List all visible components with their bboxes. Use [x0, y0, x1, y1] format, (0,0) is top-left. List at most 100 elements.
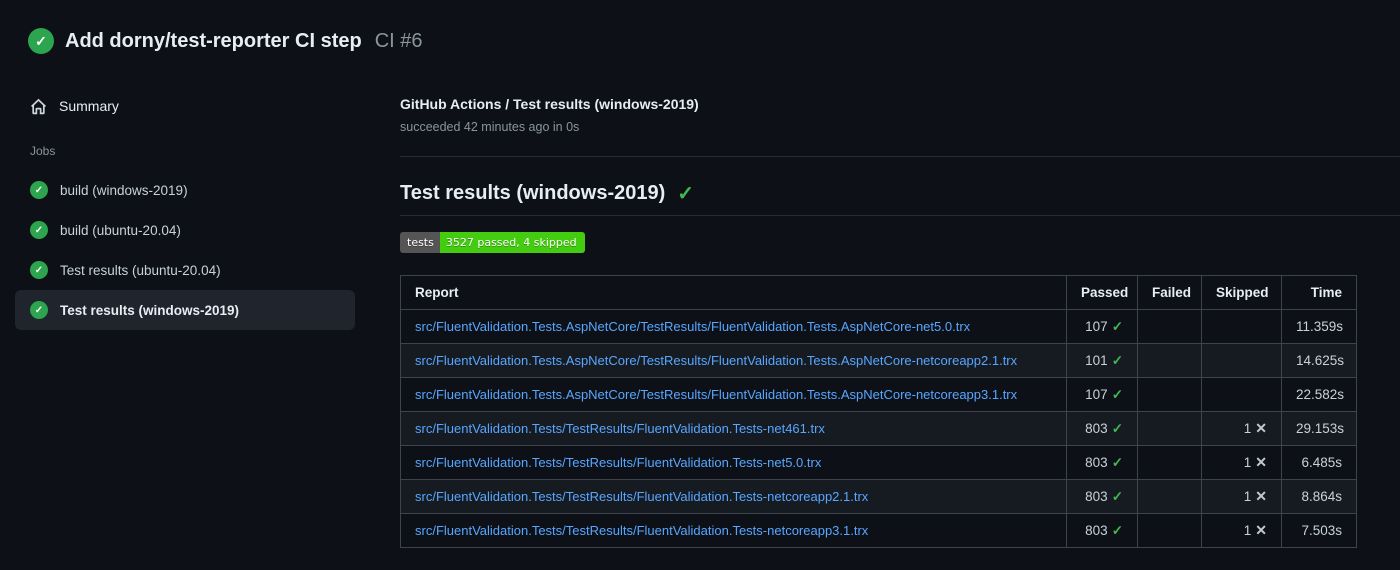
report-row: src/FluentValidation.Tests/TestResults/F… — [400, 479, 1357, 514]
passed-cell: 101 ✓ — [1066, 343, 1138, 378]
section-title: Test results (windows-2019) — [400, 182, 666, 204]
column-header-time: Time — [1281, 275, 1357, 310]
passed-check-icon: ✓ — [1111, 522, 1123, 538]
time-cell: 11.359s — [1281, 309, 1357, 344]
job-label: build (ubuntu-20.04) — [60, 222, 181, 238]
skipped-cell: 1 ✕ — [1201, 411, 1282, 446]
job-label: build (windows-2019) — [60, 182, 188, 198]
job-check-circle-icon: ✓ — [30, 261, 48, 279]
report-link[interactable]: src/FluentValidation.Tests.AspNetCore/Te… — [415, 353, 1017, 368]
time-cell: 6.485s — [1281, 445, 1357, 480]
passed-check-icon: ✓ — [1111, 488, 1123, 504]
tests-badge: tests 3527 passed, 4 skipped — [400, 232, 585, 253]
sidebar-job-item[interactable]: ✓ build (ubuntu-20.04) — [15, 210, 355, 250]
failed-cell — [1137, 479, 1202, 514]
badge-label: tests — [400, 232, 440, 253]
skipped-x-icon: ✕ — [1255, 522, 1267, 538]
job-check-circle-icon: ✓ — [30, 221, 48, 239]
passed-check-icon: ✓ — [1111, 420, 1123, 436]
home-icon — [30, 98, 47, 115]
skipped-count: 1 — [1243, 455, 1252, 470]
passed-cell: 803 ✓ — [1066, 445, 1138, 480]
passed-cell: 803 ✓ — [1066, 513, 1138, 548]
check-run-status: succeeded 42 minutes ago in 0s — [400, 120, 580, 134]
report-link[interactable]: src/FluentValidation.Tests.AspNetCore/Te… — [415, 387, 1017, 402]
failed-cell — [1137, 309, 1202, 344]
skipped-cell — [1201, 377, 1282, 412]
job-label: Test results (ubuntu-20.04) — [60, 262, 221, 278]
passed-count: 101 — [1085, 352, 1108, 368]
report-row: src/FluentValidation.Tests.AspNetCore/Te… — [400, 377, 1357, 412]
skipped-cell: 1 ✕ — [1201, 479, 1282, 514]
run-status-check-circle-icon: ✓ — [28, 28, 54, 54]
failed-cell — [1137, 411, 1202, 446]
report-link[interactable]: src/FluentValidation.Tests/TestResults/F… — [415, 489, 868, 504]
skipped-cell: 1 ✕ — [1201, 445, 1282, 480]
passed-check-icon: ✓ — [1111, 386, 1123, 402]
section-check-icon: ✓ — [677, 182, 695, 205]
passed-check-icon: ✓ — [1111, 318, 1123, 334]
sidebar: Summary Jobs ✓ build (windows-2019) ✓ build… — [15, 90, 355, 330]
section-heading: Test results (windows-2019) ✓ — [400, 182, 1400, 216]
passed-count: 803 — [1085, 420, 1108, 436]
failed-cell — [1137, 377, 1202, 412]
skipped-x-icon: ✕ — [1255, 488, 1267, 504]
time-cell: 29.153s — [1281, 411, 1357, 446]
passed-count: 107 — [1085, 318, 1108, 334]
sidebar-jobs-list: ✓ build (windows-2019) ✓ build (ubuntu-20.0… — [15, 170, 355, 330]
passed-cell: 803 ✓ — [1066, 411, 1138, 446]
table-header-row: Report Passed Failed Skipped Time — [400, 275, 1357, 310]
passed-count: 803 — [1085, 522, 1108, 538]
report-link[interactable]: src/FluentValidation.Tests/TestResults/F… — [415, 455, 821, 470]
time-cell: 8.864s — [1281, 479, 1357, 514]
sidebar-job-item[interactable]: ✓ build (windows-2019) — [15, 170, 355, 210]
skipped-cell — [1201, 309, 1282, 344]
run-number: CI #6 — [374, 29, 423, 52]
sidebar-job-item[interactable]: ✓ Test results (ubuntu-20.04) — [15, 250, 355, 290]
skipped-x-icon: ✕ — [1255, 454, 1267, 470]
skipped-count: 1 — [1243, 489, 1252, 504]
sidebar-item-summary[interactable]: Summary — [15, 90, 355, 122]
passed-cell: 107 ✓ — [1066, 309, 1138, 344]
run-title: Add dorny/test-reporter CI step — [65, 29, 362, 52]
time-cell: 22.582s — [1281, 377, 1357, 412]
report-link[interactable]: src/FluentValidation.Tests/TestResults/F… — [415, 421, 825, 436]
job-label: Test results (windows-2019) — [60, 302, 240, 318]
badge-value: 3527 passed, 4 skipped — [439, 232, 585, 253]
report-row: src/FluentValidation.Tests.AspNetCore/Te… — [400, 343, 1357, 378]
jobs-section-label: Jobs — [30, 144, 56, 158]
column-header-failed: Failed — [1137, 275, 1202, 310]
passed-check-icon: ✓ — [1111, 352, 1123, 368]
time-cell: 14.625s — [1281, 343, 1357, 378]
job-check-circle-icon: ✓ — [30, 181, 48, 199]
summary-label: Summary — [59, 98, 119, 114]
report-row: src/FluentValidation.Tests/TestResults/F… — [400, 513, 1357, 548]
report-row: src/FluentValidation.Tests.AspNetCore/Te… — [400, 309, 1357, 344]
report-row: src/FluentValidation.Tests/TestResults/F… — [400, 411, 1357, 446]
main-content: GitHub Actions / Test results (windows-2… — [400, 96, 1400, 548]
report-row: src/FluentValidation.Tests/TestResults/F… — [400, 445, 1357, 480]
skipped-cell — [1201, 343, 1282, 378]
passed-check-icon: ✓ — [1111, 454, 1123, 470]
passed-count: 803 — [1085, 454, 1108, 470]
results-table: Report Passed Failed Skipped Time src/Fl… — [400, 275, 1357, 548]
check-run-title: GitHub Actions / Test results (windows-2… — [400, 96, 699, 112]
column-header-report: Report — [400, 275, 1067, 310]
run-info: GitHub Actions / Test results (windows-2… — [400, 96, 1400, 157]
failed-cell — [1137, 343, 1202, 378]
time-cell: 7.503s — [1281, 513, 1357, 548]
run-header: ✓ Add dorny/test-reporter CI step CI #6 — [28, 28, 423, 54]
report-link[interactable]: src/FluentValidation.Tests/TestResults/F… — [415, 523, 868, 538]
passed-cell: 107 ✓ — [1066, 377, 1138, 412]
skipped-cell: 1 ✕ — [1201, 513, 1282, 548]
job-check-circle-icon: ✓ — [30, 301, 48, 319]
passed-count: 107 — [1085, 386, 1108, 402]
skipped-count: 1 — [1243, 421, 1252, 436]
report-link[interactable]: src/FluentValidation.Tests.AspNetCore/Te… — [415, 319, 970, 334]
failed-cell — [1137, 513, 1202, 548]
skipped-count: 1 — [1243, 523, 1252, 538]
skipped-x-icon: ✕ — [1255, 420, 1267, 436]
passed-count: 803 — [1085, 488, 1108, 504]
failed-cell — [1137, 445, 1202, 480]
sidebar-job-item[interactable]: ✓ Test results (windows-2019) — [15, 290, 355, 330]
